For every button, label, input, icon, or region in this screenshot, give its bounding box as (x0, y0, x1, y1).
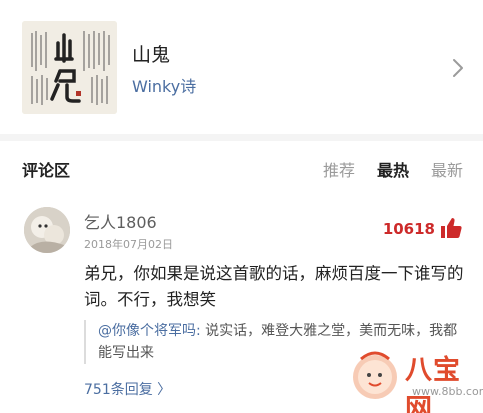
thumbs-up-icon[interactable] (439, 216, 463, 240)
song-card[interactable]: 山鬼 Winky诗 (0, 0, 483, 134)
watermark-url: www.8bb.com (412, 385, 483, 398)
song-artist-link[interactable]: Winky诗 (132, 73, 196, 97)
tab-hottest[interactable]: 最热 (377, 157, 409, 181)
song-title: 山鬼 (132, 44, 171, 66)
page: 山鬼 Winky诗 评论区 推荐 最热 最新 乞人1806 2018年07月02… (0, 0, 483, 413)
avatar[interactable] (24, 207, 70, 253)
watermark-brand: 八宝网 (405, 355, 461, 413)
comment-date: 2018年07月02日 (84, 238, 173, 251)
like-count: 10618 (382, 220, 435, 238)
album-cover-calligraphy (22, 21, 117, 114)
section-title: 评论区 (22, 161, 71, 180)
reply-username[interactable]: @你像个将军吗: (98, 323, 201, 339)
comment-username[interactable]: 乞人1806 (84, 209, 157, 233)
tab-newest[interactable]: 最新 (431, 157, 463, 181)
comment-text: 弟兄，你如果是说这首歌的话，麻烦百度一下谁写的词。不行，我想笑 (84, 264, 464, 309)
sort-tabs: 推荐 最热 最新 (323, 157, 463, 181)
view-replies-link[interactable]: 751条回复 〉 (84, 379, 171, 399)
chevron-right-icon[interactable] (448, 56, 468, 80)
tab-recommended[interactable]: 推荐 (323, 157, 355, 181)
